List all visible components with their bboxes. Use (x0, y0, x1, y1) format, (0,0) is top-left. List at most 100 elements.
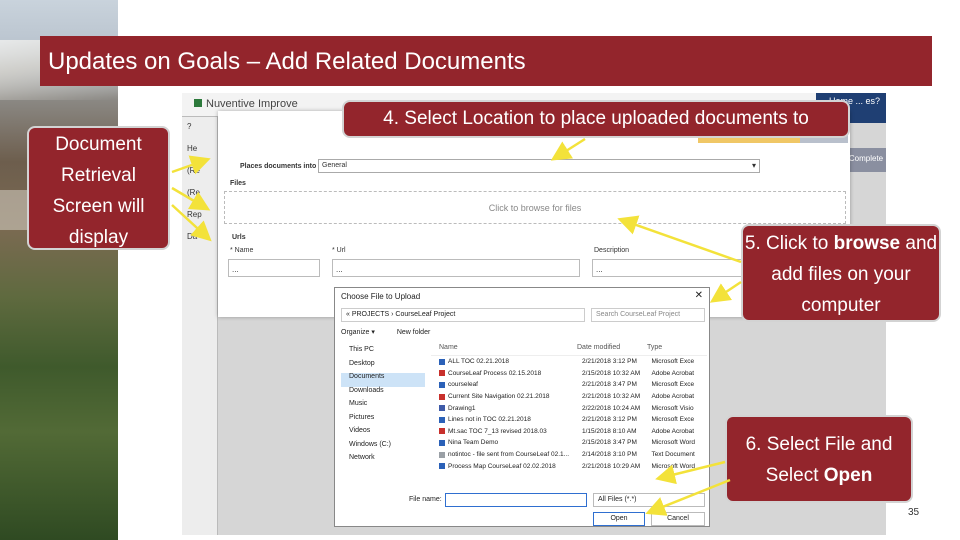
file-row[interactable]: ALL TOC 02.21.2018 2/21/2018 3:12 PM Micro… (431, 356, 707, 368)
complete-button[interactable]: Complete (846, 148, 886, 172)
nav-item-pictures[interactable]: Pictures (341, 414, 425, 428)
chevron-down-icon: ▾ (751, 161, 756, 170)
column-date[interactable]: Date modified (577, 344, 647, 355)
file-picker-dialog: Choose File to Upload ✕ « PROJECTS › Cou… (334, 287, 710, 527)
file-type: Microsoft Word (651, 439, 696, 447)
callout-line: display (68, 227, 129, 248)
file-row[interactable]: courseleaf 2/21/2018 3:47 PM Microsoft Exc… (431, 379, 707, 391)
nav-item-downloads[interactable]: Downloads (341, 387, 425, 401)
file-row[interactable]: Drawing1 2/22/2018 10:24 AM Microsoft Visi… (431, 402, 707, 414)
nav-item-videos[interactable]: Videos (341, 427, 425, 441)
url-url-field[interactable]: ... (332, 259, 580, 277)
file-list: Name Date modified Type ALL TOC 02.21.20… (431, 344, 707, 488)
pdf-file-icon (439, 370, 445, 377)
slide-title-bar: Updates on Goals – Add Related Documents (40, 36, 932, 86)
search-input[interactable]: Search CourseLeaf Project (591, 308, 705, 322)
navigation-pane: This PC Desktop Documents Downloads Musi… (341, 346, 425, 486)
xls-file-icon (439, 381, 445, 388)
file-type: Microsoft Exce (651, 358, 695, 366)
file-row[interactable]: Current Site Navigation 02.21.2018 2/21/2… (431, 391, 707, 403)
callout-step-4: 4. Select Location to place uploaded doc… (342, 100, 850, 138)
file-name: Lines not in TOC 02.21.2018 (448, 416, 531, 424)
app-brand-label: Nuventive Improve (206, 98, 298, 110)
file-row[interactable]: Mt.sac TOC 7_13 revised 2018.03 1/15/2018… (431, 426, 707, 438)
file-date: 2/21/2018 3:12 PM (581, 358, 637, 366)
sidebar-item[interactable]: ? (182, 117, 217, 139)
file-list-header: Name Date modified Type (431, 344, 707, 356)
files-label: Files (230, 180, 246, 187)
picker-toolbar: Organize ▾ New folder (341, 328, 705, 340)
xls-file-icon (439, 358, 445, 365)
sidebar-item[interactable]: He (182, 139, 217, 161)
file-rows: ALL TOC 02.21.2018 2/21/2018 3:12 PM Micro… (431, 356, 707, 472)
file-type: Microsoft Visio (651, 404, 694, 412)
callout-document-retrieval: Document Retrieval Screen will display (27, 126, 170, 250)
file-row[interactable]: notintoc - file sent from CourseLeaf 02.… (431, 449, 707, 461)
doc-file-icon (439, 439, 445, 446)
callout-text: 5. Click to (744, 233, 834, 254)
place-documents-select[interactable]: General ▾ (318, 159, 760, 173)
file-row[interactable]: CourseLeaf Process 02.15.2018 2/15/2018 1… (431, 368, 707, 380)
sidebar-item[interactable]: (Re (182, 183, 217, 205)
urls-label: Urls (232, 234, 246, 241)
callout-step-5: 5. Click to browse and add files on your… (741, 224, 941, 322)
open-button[interactable]: Open (593, 512, 645, 526)
file-row[interactable]: Nina Team Demo 2/15/2018 3:47 PM Microsoft… (431, 437, 707, 449)
nav-item-windows-c[interactable]: Windows (C:) (341, 441, 425, 455)
doc-file-icon (439, 463, 445, 470)
cancel-button[interactable]: Cancel (651, 512, 705, 526)
file-type: Microsoft Word (651, 462, 696, 470)
callout-line: Retrieval (61, 165, 136, 186)
file-date: 2/15/2018 3:47 PM (581, 439, 637, 447)
file-date: 2/21/2018 10:32 AM (581, 393, 641, 401)
file-name: notintoc - file sent from CourseLeaf 02.… (448, 451, 570, 459)
organize-button[interactable]: Organize ▾ (341, 329, 375, 336)
new-folder-button[interactable]: New folder (397, 329, 430, 336)
callout-line: Screen will (52, 196, 145, 217)
address-bar[interactable]: « PROJECTS › CourseLeaf Project (341, 308, 585, 322)
place-documents-value: General (322, 162, 347, 169)
file-type: Adobe Acrobat (651, 427, 695, 435)
file-type: Microsoft Exce (651, 416, 695, 424)
callout-step-6: 6. Select File and Select Open (725, 415, 913, 503)
url-name-field[interactable]: ... (228, 259, 320, 277)
sidebar-item[interactable]: Rep (182, 205, 217, 227)
browse-files-dropzone[interactable]: Click to browse for files (224, 191, 846, 224)
file-date: 1/15/2018 8:10 AM (581, 427, 637, 435)
filename-input[interactable] (445, 493, 587, 507)
callout-line: Document (55, 134, 142, 155)
nav-item-this-pc[interactable]: This PC (341, 346, 425, 360)
callout-bold-text: Open (823, 465, 873, 486)
file-date: 2/22/2018 10:24 AM (581, 404, 641, 412)
slide-number: 35 (908, 507, 920, 518)
column-name[interactable]: Name (431, 344, 577, 355)
url-url-header: * Url (332, 247, 346, 254)
url-description-header: Description (594, 247, 630, 254)
file-date: 2/21/2018 3:47 PM (581, 381, 637, 389)
file-picker-title: Choose File to Upload ✕ (335, 288, 709, 304)
file-type-filter[interactable]: All Files (*.*) (593, 493, 705, 507)
vsd-file-icon (439, 405, 445, 412)
xls-file-icon (439, 416, 445, 423)
nav-item-music[interactable]: Music (341, 400, 425, 414)
nav-item-network[interactable]: Network (341, 454, 425, 468)
nav-item-desktop[interactable]: Desktop (341, 360, 425, 374)
filename-label: File name: (409, 496, 442, 503)
file-date: 2/21/2018 10:29 AM (581, 462, 641, 470)
app-sidebar: ? He (Re (Re Rep Da (182, 117, 218, 535)
sidebar-item[interactable]: Da (182, 227, 217, 249)
txt-file-icon (439, 451, 445, 458)
sidebar-item[interactable]: (Re (182, 161, 217, 183)
file-row[interactable]: Process Map CourseLeaf 02.02.2018 2/21/20… (431, 460, 707, 472)
callout-bold-text: browse (833, 233, 901, 254)
file-row[interactable]: Lines not in TOC 02.21.2018 2/21/2018 3:1… (431, 414, 707, 426)
close-icon[interactable]: ✕ (695, 290, 703, 301)
column-type[interactable]: Type (647, 344, 703, 355)
nav-item-documents[interactable]: Documents (341, 373, 425, 387)
file-date: 2/15/2018 10:32 AM (581, 369, 641, 377)
url-name-header: * Name (230, 247, 254, 254)
place-documents-label: Places documents into (240, 163, 317, 170)
file-date: 2/14/2018 3:10 PM (581, 451, 637, 459)
slide-title: Updates on Goals – Add Related Documents (48, 48, 526, 75)
app-brand: Nuventive Improve (194, 98, 298, 110)
